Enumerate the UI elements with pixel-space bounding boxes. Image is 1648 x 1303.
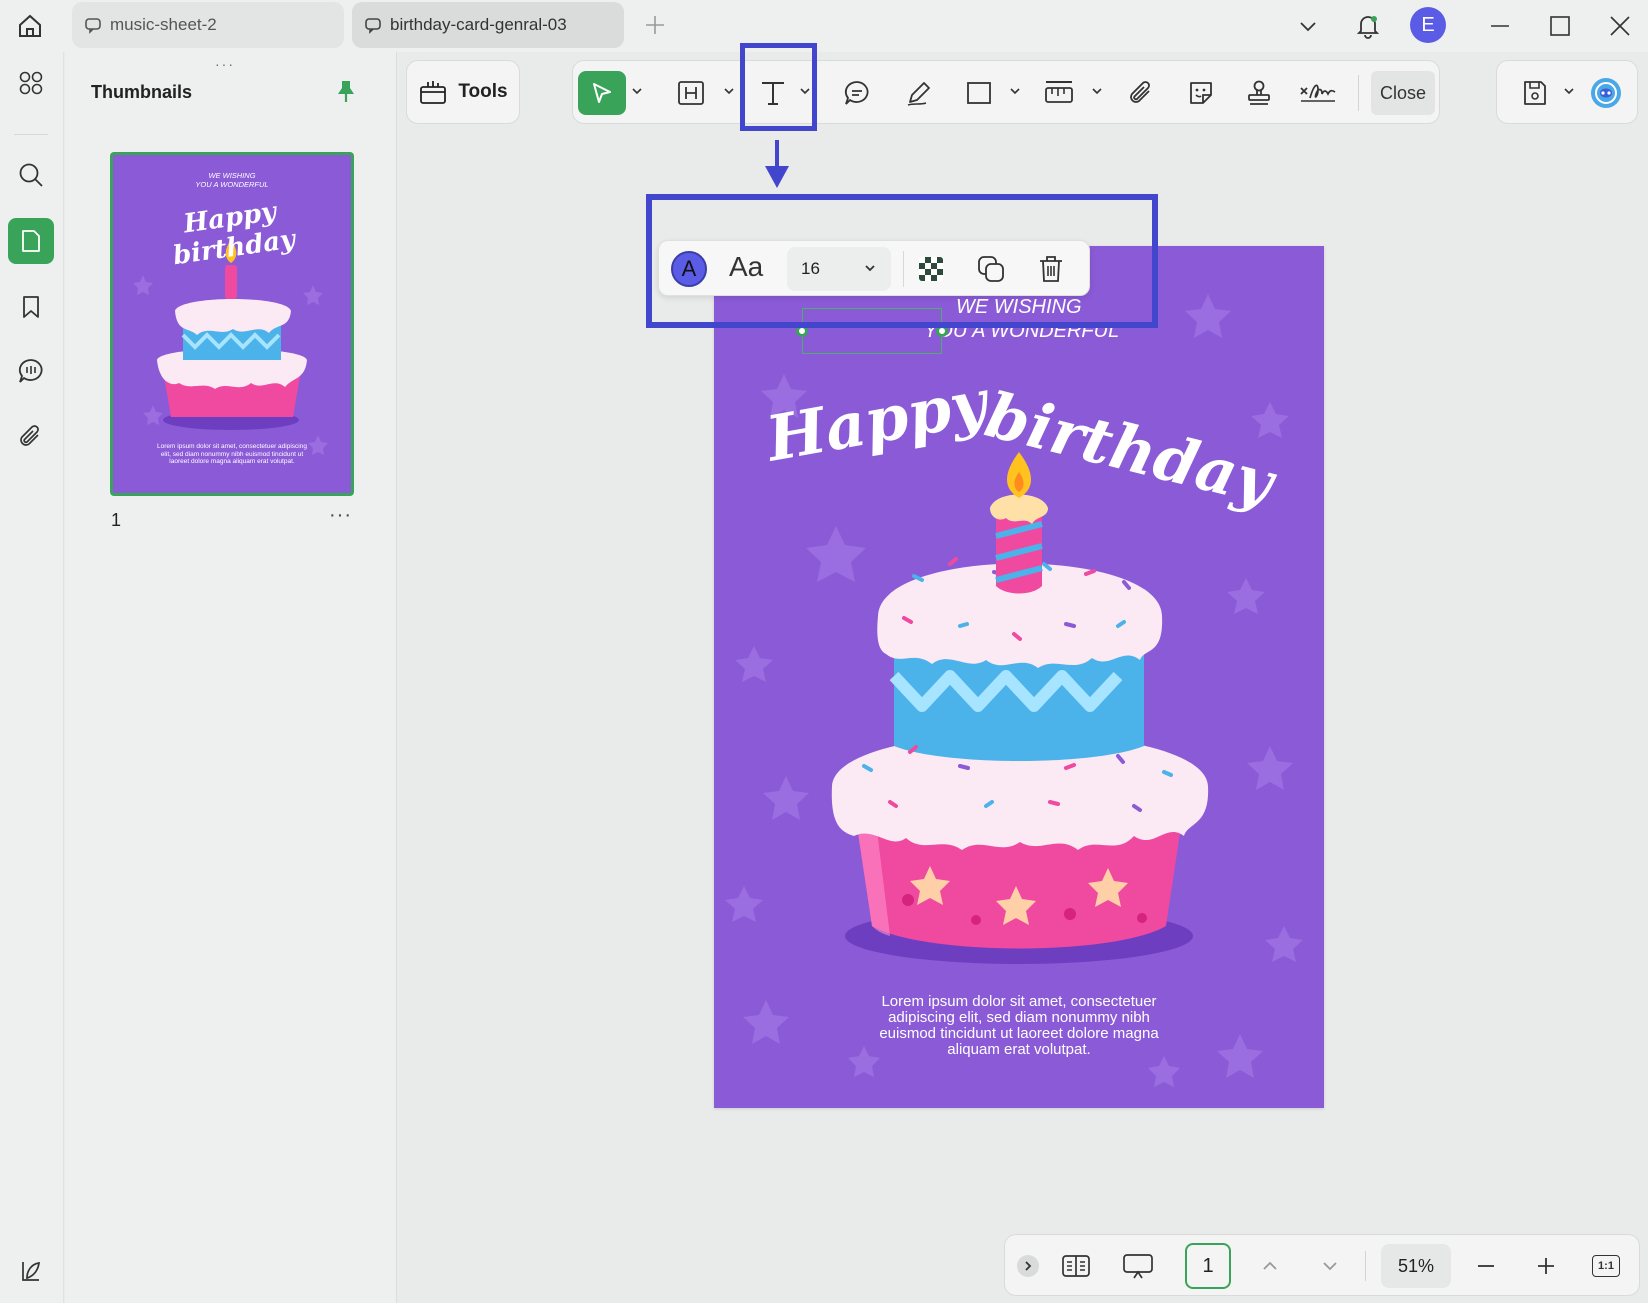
signature-icon xyxy=(1300,84,1336,102)
shape-tool-button[interactable] xyxy=(959,71,999,115)
thumbnail-wish-text: WE WISHING YOU A WONDERFUL xyxy=(195,171,269,189)
actual-size-label: 1:1 xyxy=(1592,1255,1620,1277)
paperclip-icon xyxy=(1130,81,1150,103)
birthday-cake-illustration xyxy=(714,246,1324,1108)
previous-page-icon[interactable] xyxy=(1251,1247,1289,1285)
save-ai-toolbar xyxy=(1496,60,1638,124)
thumbnail-page-number: 1 xyxy=(111,510,122,530)
chevron-down-icon[interactable] xyxy=(1009,85,1021,97)
tab-music-sheet[interactable]: music-sheet-2 xyxy=(72,2,344,48)
measure-tool-button[interactable] xyxy=(1039,71,1079,115)
minimize-button[interactable] xyxy=(1480,6,1520,46)
thumbnail-lorem: Lorem ipsum dolor sit amet, consectetuer… xyxy=(157,443,307,465)
save-disk-icon xyxy=(1524,81,1546,105)
tab-label: birthday-card-genral-03 xyxy=(390,15,567,34)
chevron-down-icon xyxy=(1300,22,1316,32)
down-arrow-icon xyxy=(765,140,789,188)
thumbnails-panel: ··· Thumbnails WE WISHING YOU A WONDERFU… xyxy=(65,52,397,1303)
close-window-button[interactable] xyxy=(1600,6,1640,46)
attachment-icon[interactable] xyxy=(8,414,54,460)
close-icon xyxy=(1610,16,1630,36)
chevron-down-icon[interactable] xyxy=(631,85,643,97)
chevron-right-icon[interactable] xyxy=(1017,1255,1039,1277)
maximize-icon xyxy=(1550,16,1570,36)
comments-icon[interactable] xyxy=(8,348,54,394)
chevron-down-icon[interactable] xyxy=(1091,85,1103,97)
page-thumbnail[interactable]: WE WISHING YOU A WONDERFUL Happy birthda… xyxy=(110,152,354,496)
save-button[interactable] xyxy=(1515,71,1555,115)
current-page-input[interactable]: 1 xyxy=(1185,1243,1231,1289)
tab-list-dropdown[interactable] xyxy=(1288,6,1328,46)
pin-icon[interactable] xyxy=(333,78,359,104)
toolbox-icon xyxy=(420,81,447,104)
rectangle-icon xyxy=(967,82,991,104)
presentation-icon[interactable] xyxy=(1119,1247,1157,1285)
rail-divider xyxy=(14,134,48,135)
chevron-down-icon[interactable] xyxy=(723,85,735,97)
tab-birthday-card[interactable]: birthday-card-genral-03 xyxy=(352,2,624,48)
highlight-tool-button[interactable] xyxy=(671,71,711,115)
next-page-icon[interactable] xyxy=(1311,1247,1349,1285)
title-bar: music-sheet-2 birthday-card-genral-03 E xyxy=(0,0,1648,52)
thumbnails-page-icon[interactable] xyxy=(8,218,54,264)
speech-bubble-icon xyxy=(844,81,869,105)
zoom-level[interactable]: 51% xyxy=(1381,1244,1451,1288)
close-toolbar-button[interactable]: Close xyxy=(1371,71,1435,115)
tools-button[interactable]: Tools xyxy=(406,60,520,124)
comment-icon xyxy=(364,16,382,34)
sticker-tool-button[interactable] xyxy=(1181,71,1221,115)
bookmark-icon[interactable] xyxy=(8,284,54,330)
stamp-tool-button[interactable] xyxy=(1239,71,1279,115)
pencil-icon xyxy=(907,82,930,106)
page-layout-icon[interactable] xyxy=(1057,1247,1095,1285)
pencil-tool-button[interactable] xyxy=(899,71,939,115)
tools-label: Tools xyxy=(458,81,508,102)
tab-label: music-sheet-2 xyxy=(110,15,217,34)
ai-assistant-button[interactable] xyxy=(1585,71,1627,115)
note-tool-button[interactable] xyxy=(837,71,877,115)
panel-toggle-icon[interactable] xyxy=(8,1248,54,1294)
annotation-toolbar: Close xyxy=(572,60,1440,124)
plus-icon xyxy=(646,16,664,34)
attach-file-button[interactable] xyxy=(1121,71,1161,115)
signature-tool-button[interactable] xyxy=(1295,71,1341,115)
new-tab-button[interactable] xyxy=(640,10,670,40)
heading-h-icon xyxy=(678,81,704,105)
notification-bell-icon[interactable] xyxy=(1348,6,1388,46)
actual-size-button[interactable]: 1:1 xyxy=(1587,1247,1625,1285)
ruler-icon xyxy=(1045,81,1073,103)
user-avatar[interactable]: E xyxy=(1410,7,1446,43)
cursor-arrow-icon xyxy=(593,83,611,103)
document-page[interactable]: WE WISHING YOU A WONDERFUL Happy birthda… xyxy=(714,246,1324,1108)
panel-title: Thumbnails xyxy=(91,82,193,102)
sticker-icon xyxy=(1190,82,1212,104)
chevron-down-icon[interactable] xyxy=(1563,85,1575,97)
lorem-paragraph[interactable]: Lorem ipsum dolor sit amet, consectetuer… xyxy=(864,994,1174,1058)
select-tool-button[interactable] xyxy=(578,71,626,115)
minimize-icon xyxy=(1491,25,1509,27)
search-icon[interactable] xyxy=(8,152,54,198)
apps-grid-icon[interactable] xyxy=(8,60,54,106)
bottom-status-bar: 1 51% 1:1 xyxy=(1004,1234,1640,1296)
ai-assistant-icon xyxy=(1591,78,1621,108)
highlight-box-text-tool xyxy=(740,43,817,131)
zoom-out-icon[interactable] xyxy=(1467,1247,1505,1285)
status-divider xyxy=(1365,1251,1366,1281)
highlight-box-text-toolbar xyxy=(646,194,1158,328)
zoom-in-icon[interactable] xyxy=(1527,1247,1565,1285)
toolbar-divider xyxy=(1358,75,1359,111)
home-icon[interactable] xyxy=(12,8,48,44)
maximize-button[interactable] xyxy=(1540,6,1580,46)
comment-icon xyxy=(84,16,102,34)
panel-drag-handle[interactable]: ··· xyxy=(215,56,235,72)
stamp-icon xyxy=(1248,80,1270,105)
thumbnail-more-button[interactable]: ··· xyxy=(329,504,352,527)
left-icon-rail xyxy=(0,52,64,1303)
